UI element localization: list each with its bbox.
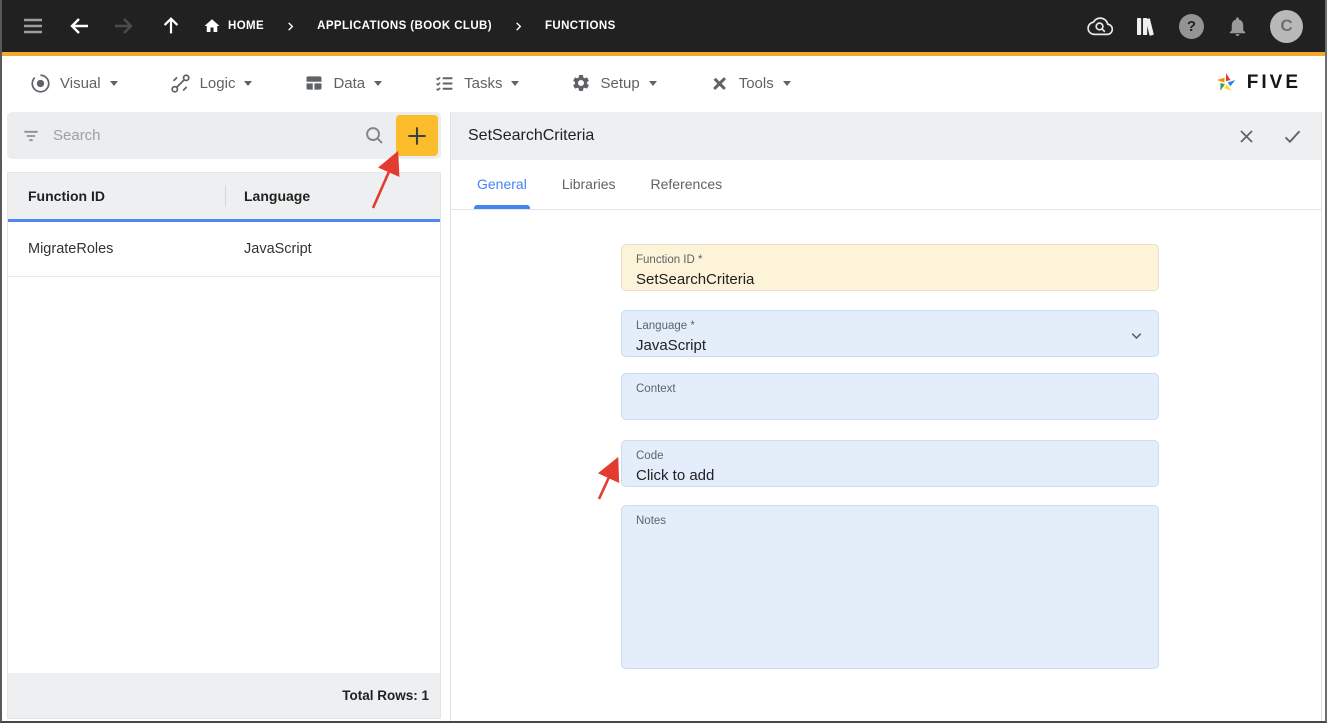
breadcrumb-home-label: HOME xyxy=(228,20,264,32)
menu-tasks-label: Tasks xyxy=(464,75,502,92)
avatar[interactable]: C xyxy=(1270,10,1303,43)
logic-flow-icon xyxy=(170,73,191,94)
menu-data[interactable]: Data xyxy=(304,73,382,93)
topbar-actions: ? C xyxy=(1087,10,1303,43)
menu-logic[interactable]: Logic xyxy=(170,73,253,94)
search-input[interactable] xyxy=(53,127,363,144)
workspace: Function ID Language MigrateRoles JavaSc… xyxy=(2,110,1325,721)
caret-down-icon xyxy=(110,81,118,86)
context-label: Context xyxy=(636,382,1144,396)
function-form-panel: SetSearchCriteria General Libraries Refe… xyxy=(450,112,1322,721)
context-field[interactable]: Context xyxy=(621,373,1159,420)
breadcrumb-functions[interactable]: FUNCTIONS xyxy=(545,20,616,32)
library-books-icon[interactable] xyxy=(1133,13,1159,39)
table-footer: Total Rows: 1 xyxy=(8,673,440,718)
column-header-function-id[interactable]: Function ID xyxy=(8,188,226,204)
menu-tools-label: Tools xyxy=(739,75,774,92)
five-pinwheel-icon xyxy=(1213,70,1239,96)
code-field[interactable]: Code Click to add xyxy=(621,440,1159,487)
functions-list-panel: Function ID Language MigrateRoles JavaSc… xyxy=(7,112,441,721)
language-value: JavaScript xyxy=(636,336,1144,355)
notifications-bell-icon[interactable] xyxy=(1224,13,1250,39)
function-id-label: Function ID * xyxy=(636,253,1144,267)
chevron-right-icon xyxy=(513,21,524,32)
five-logo-text: FIVE xyxy=(1247,72,1301,94)
function-id-field[interactable]: Function ID * SetSearchCriteria xyxy=(621,244,1159,291)
menu-tools[interactable]: Tools xyxy=(709,73,791,94)
language-field[interactable]: Language * JavaScript xyxy=(621,310,1159,357)
caret-down-icon xyxy=(783,81,791,86)
close-icon[interactable] xyxy=(1237,127,1256,146)
tools-icon xyxy=(709,73,730,94)
top-navigation-bar: HOME APPLICATIONS (BOOK CLUB) FUNCTIONS xyxy=(2,0,1325,52)
menu-logic-label: Logic xyxy=(200,75,236,92)
preview-cloud-icon[interactable] xyxy=(1087,13,1113,39)
help-icon[interactable]: ? xyxy=(1179,14,1204,39)
notes-field[interactable]: Notes xyxy=(621,505,1159,669)
form-header: SetSearchCriteria xyxy=(451,112,1321,160)
menu-setup[interactable]: Setup xyxy=(571,73,656,93)
notes-label: Notes xyxy=(636,514,1144,528)
functions-table: Function ID Language MigrateRoles JavaSc… xyxy=(7,172,441,719)
code-value: Click to add xyxy=(636,466,1144,485)
add-function-button[interactable] xyxy=(396,115,438,156)
main-menu-bar: Visual Logic Data Tasks xyxy=(2,56,1325,110)
menu-visual[interactable]: Visual xyxy=(30,73,118,94)
caret-down-icon xyxy=(511,81,519,86)
search-icon[interactable] xyxy=(363,124,386,147)
breadcrumb: HOME APPLICATIONS (BOOK CLUB) FUNCTIONS xyxy=(203,17,616,35)
save-check-icon[interactable] xyxy=(1282,126,1303,147)
app-window: HOME APPLICATIONS (BOOK CLUB) FUNCTIONS xyxy=(0,0,1327,723)
plus-icon xyxy=(404,123,430,149)
breadcrumb-applications[interactable]: APPLICATIONS (BOOK CLUB) xyxy=(317,20,492,32)
form-title: SetSearchCriteria xyxy=(468,127,594,145)
table-empty-area xyxy=(8,277,440,673)
data-table-icon xyxy=(304,73,324,93)
caret-down-icon xyxy=(649,81,657,86)
function-id-value: SetSearchCriteria xyxy=(636,270,1144,289)
menu-tasks[interactable]: Tasks xyxy=(434,73,519,94)
arrow-back-icon[interactable] xyxy=(67,13,93,39)
eye-icon xyxy=(30,73,51,94)
form-tabs: General Libraries References xyxy=(451,160,1321,210)
cell-function-id: MigrateRoles xyxy=(8,241,226,257)
five-logo: FIVE xyxy=(1213,70,1301,96)
menu-data-label: Data xyxy=(333,75,365,92)
menu-setup-label: Setup xyxy=(600,75,639,92)
tab-general[interactable]: General xyxy=(477,159,527,209)
caret-down-icon xyxy=(374,81,382,86)
column-header-language[interactable]: Language xyxy=(226,188,440,204)
arrow-up-icon[interactable] xyxy=(158,13,184,39)
language-label: Language * xyxy=(636,319,1144,333)
tasks-checklist-icon xyxy=(434,73,455,94)
table-header: Function ID Language xyxy=(8,173,440,222)
gear-icon xyxy=(571,73,591,93)
arrow-forward-icon xyxy=(110,13,136,39)
tab-libraries[interactable]: Libraries xyxy=(562,159,616,209)
caret-down-icon xyxy=(244,81,252,86)
table-row[interactable]: MigrateRoles JavaScript xyxy=(8,222,440,277)
code-label: Code xyxy=(636,449,1144,463)
menu-visual-label: Visual xyxy=(60,75,101,92)
cell-language: JavaScript xyxy=(226,241,440,257)
home-icon xyxy=(203,17,221,35)
menu-icon[interactable] xyxy=(20,13,46,39)
chevron-down-icon[interactable] xyxy=(1128,327,1145,349)
form-body: Function ID * SetSearchCriteria Language… xyxy=(451,210,1321,721)
chevron-right-icon xyxy=(285,21,296,32)
tab-references[interactable]: References xyxy=(651,159,723,209)
total-rows-label: Total Rows: 1 xyxy=(342,688,429,703)
breadcrumb-home[interactable]: HOME xyxy=(203,17,264,35)
search-bar xyxy=(7,112,441,159)
filter-icon[interactable] xyxy=(21,126,41,146)
